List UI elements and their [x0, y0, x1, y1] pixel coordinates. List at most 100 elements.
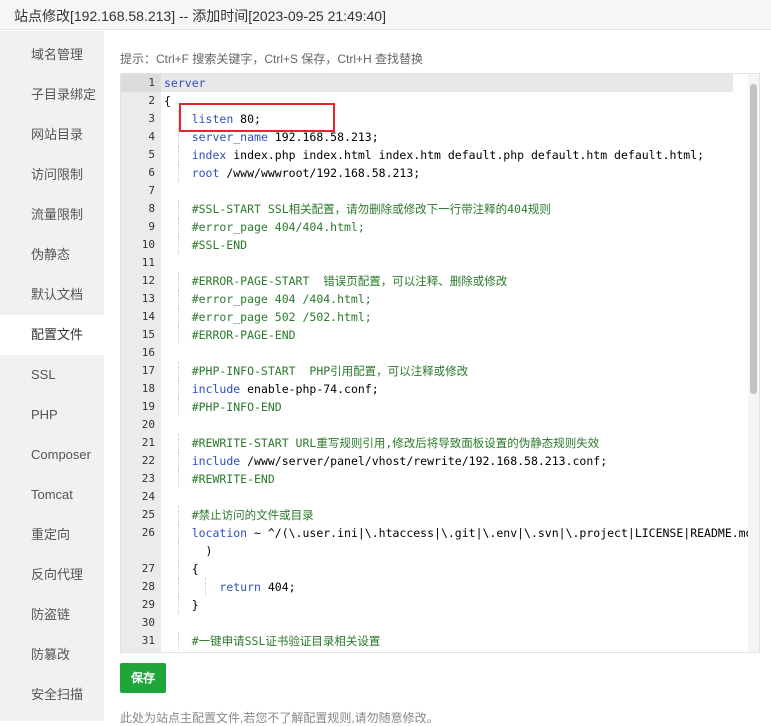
line-number: 16	[141, 346, 155, 359]
code-line[interactable]: 15 #ERROR-PAGE-END	[121, 326, 747, 344]
line-number: 10	[141, 238, 155, 251]
scrollbar-thumb[interactable]	[750, 84, 757, 394]
code-line[interactable]: 5 index index.php index.html index.htm d…	[121, 146, 747, 164]
code-line[interactable]: 20	[121, 416, 747, 434]
shortcut-tip: 提示：Ctrl+F 搜索关键字，Ctrl+S 保存，Ctrl+H 查找替换	[120, 52, 424, 66]
line-number: 29	[141, 598, 155, 611]
code-line[interactable]: 30	[121, 614, 747, 632]
code-line[interactable]: 6 root /www/wwwroot/192.168.58.213;	[121, 164, 747, 182]
line-number: 6	[148, 166, 155, 179]
sidebar-item-redirect[interactable]: 重定向	[0, 515, 104, 555]
line-number: 12	[141, 274, 155, 287]
line-number: 14	[141, 310, 155, 323]
code-editor[interactable]: 1 server 2{3 listen 80; 4 server_name 192.1…	[120, 73, 760, 653]
code-text: #SSL-START SSL相关配置，请勿删除或修改下一行带注释的404规则	[164, 202, 551, 216]
sidebar-item-hotlink[interactable]: 防盗链	[0, 595, 104, 635]
sidebar-item-tomcat[interactable]: Tomcat	[0, 475, 104, 515]
indent-guide	[178, 560, 179, 578]
code-line[interactable]: 17 #PHP-INFO-START PHP引用配置，可以注释或修改	[121, 362, 747, 380]
code-line[interactable]: 13 #error_page 404 /404.html;	[121, 290, 747, 308]
sidebar-item-traffic-limit[interactable]: 流量限制	[0, 195, 104, 235]
code-text: #ERROR-PAGE-START 错误页配置，可以注释、删除或修改	[164, 274, 508, 288]
line-number: 31	[141, 634, 155, 647]
code-line[interactable]: 27 {	[121, 560, 747, 578]
sidebar-item-rewrite[interactable]: 伪静态	[0, 235, 104, 275]
sidebar-item-access-limit[interactable]: 访问限制	[0, 155, 104, 195]
sidebar-item-default-doc[interactable]: 默认文档	[0, 275, 104, 315]
sidebar-item-site-dir[interactable]: 网站目录	[0, 115, 104, 155]
indent-guide	[178, 290, 179, 308]
code-text: #error_page 404/404.html;	[164, 220, 365, 234]
line-number: 18	[141, 382, 155, 395]
code-line[interactable]: 18 include enable-php-74.conf;	[121, 380, 747, 398]
code-line[interactable]: 1 server	[121, 74, 747, 92]
code-line[interactable]: 7	[121, 182, 747, 200]
indent-guide	[178, 506, 179, 524]
code-line[interactable]: 14 #error_page 502 /502.html;	[121, 308, 747, 326]
sidebar-item-domain[interactable]: 域名管理	[0, 35, 104, 75]
sidebar-item-composer[interactable]: Composer	[0, 435, 104, 475]
code-line[interactable]: 10 #SSL-END	[121, 236, 747, 254]
indent-guide	[178, 326, 179, 344]
indent-guide	[205, 578, 206, 596]
sidebar-item-php[interactable]: PHP	[0, 395, 104, 435]
indent-guide	[178, 470, 179, 488]
window-title: 站点修改[192.168.58.213] -- 添加时间[2023-09-25 …	[14, 8, 386, 24]
indent-guide	[178, 578, 179, 596]
config-note: 此处为站点主配置文件,若您不了解配置规则,请勿随意修改。	[120, 711, 439, 725]
line-number: 7	[148, 184, 155, 197]
indent-guide	[178, 362, 179, 380]
code-line[interactable]: 28 return 404;	[121, 578, 747, 596]
indent-guide	[178, 164, 179, 182]
line-number: 5	[148, 148, 155, 161]
code-text: location ~ ^/(\.user.ini|\.htaccess|\.gi…	[191, 526, 753, 540]
code-line[interactable]: 21 #REWRITE-START URL重写规则引用,修改后将导致面板设置的伪…	[121, 434, 747, 452]
code-line[interactable]: 31 #一键申请SSL证书验证目录相关设置	[121, 632, 747, 650]
line-number: 8	[148, 202, 155, 215]
line-number: 26	[141, 526, 155, 539]
code-line[interactable]: 9 #error_page 404/404.html;	[121, 218, 747, 236]
sidebar-item-reverse-proxy[interactable]: 反向代理	[0, 555, 104, 595]
line-number: 17	[141, 364, 155, 377]
code-line[interactable]: 23 #REWRITE-END	[121, 470, 747, 488]
sidebar: 域名管理 子目录绑定 网站目录 访问限制 流量限制 伪静态 默认文档 配置文件 …	[0, 31, 104, 721]
code-text: #禁止访问的文件或目录	[164, 508, 314, 522]
sidebar-item-subdir[interactable]: 子目录绑定	[0, 75, 104, 115]
line-number: 15	[141, 328, 155, 341]
editor-vertical-scrollbar[interactable]	[748, 74, 759, 652]
code-line[interactable]: 11	[121, 254, 747, 272]
code-line[interactable]: 19 #PHP-INFO-END	[121, 398, 747, 416]
code-text: root /www/wwwroot/192.168.58.213;	[191, 166, 421, 180]
save-button[interactable]: 保存	[120, 663, 166, 693]
window-titlebar: 站点修改[192.168.58.213] -- 添加时间[2023-09-25 …	[0, 0, 771, 30]
line-number: 22	[141, 454, 155, 467]
code-text: #SSL-END	[164, 238, 248, 252]
line-number: 25	[141, 508, 155, 521]
line-number: 4	[148, 130, 155, 143]
indent-guide	[178, 524, 179, 542]
code-text: include /www/server/panel/vhost/rewrite/…	[191, 454, 608, 468]
indent-guide	[178, 236, 179, 254]
indent-guide	[178, 632, 179, 650]
indent-guide	[178, 542, 179, 560]
code-line[interactable]: 29 }	[121, 596, 747, 614]
code-text: return 404;	[219, 580, 296, 594]
sidebar-item-config-file[interactable]: 配置文件	[0, 315, 104, 355]
code-line[interactable]: 16	[121, 344, 747, 362]
line-number: 9	[148, 220, 155, 233]
code-line[interactable]: 8 #SSL-START SSL相关配置，请勿删除或修改下一行带注释的404规则	[121, 200, 747, 218]
sidebar-item-security-scan[interactable]: 安全扫描	[0, 675, 104, 715]
indent-guide	[178, 434, 179, 452]
code-line[interactable]: 26 location ~ ^/(\.user.ini|\.htaccess|\…	[121, 524, 753, 542]
code-line[interactable]: 25 #禁止访问的文件或目录	[121, 506, 747, 524]
code-line[interactable]: )	[121, 542, 747, 560]
indent-guide	[178, 146, 179, 164]
code-text: #error_page 404 /404.html;	[164, 292, 372, 306]
sidebar-item-tamper-proof[interactable]: 防篡改	[0, 635, 104, 675]
code-text: index index.php index.html index.htm def…	[191, 148, 705, 162]
sidebar-item-ssl[interactable]: SSL	[0, 355, 104, 395]
code-line[interactable]: 22 include /www/server/panel/vhost/rewri…	[121, 452, 747, 470]
code-line[interactable]: 12 #ERROR-PAGE-START 错误页配置，可以注释、删除或修改	[121, 272, 747, 290]
code-line[interactable]: 24	[121, 488, 747, 506]
line-number: 27	[141, 562, 155, 575]
